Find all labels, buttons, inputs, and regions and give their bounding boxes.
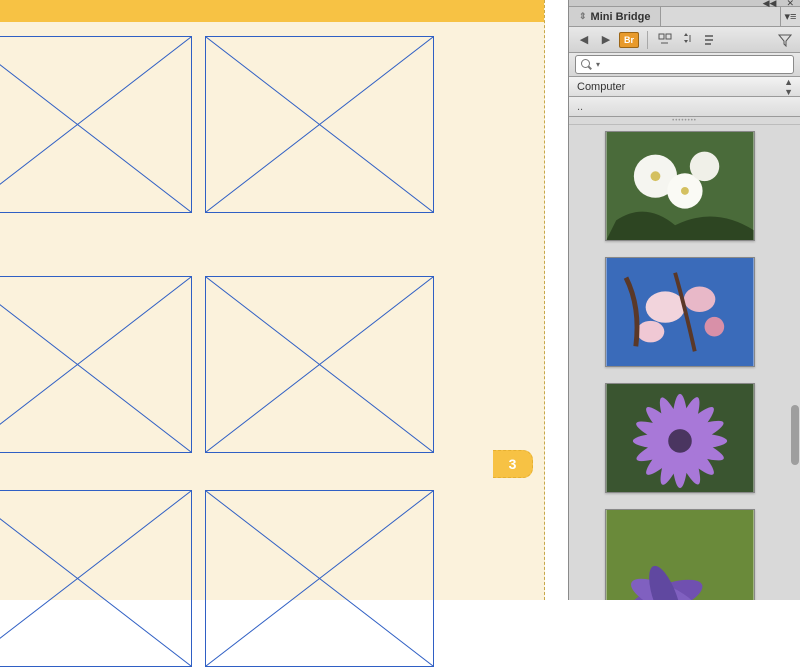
panel-tab-mini-bridge[interactable]: ⇕ Mini Bridge bbox=[569, 7, 661, 26]
filter-button[interactable] bbox=[776, 31, 794, 49]
search-row: ▾ bbox=[569, 53, 800, 77]
image-frame[interactable] bbox=[0, 36, 192, 213]
document-canvas[interactable]: 3 bbox=[0, 0, 568, 600]
thumbnail-list[interactable] bbox=[569, 125, 790, 600]
thumbnail[interactable] bbox=[605, 383, 755, 493]
list-icon bbox=[702, 33, 716, 47]
panel-title: Mini Bridge bbox=[591, 11, 651, 23]
menu-icon: ▾≡ bbox=[785, 10, 797, 23]
scrollbar-vertical[interactable] bbox=[790, 125, 800, 600]
nav-back-button[interactable]: ◀ bbox=[575, 31, 593, 49]
search-input[interactable] bbox=[604, 59, 788, 71]
page-number-tab[interactable]: 3 bbox=[493, 450, 533, 478]
image-frame[interactable] bbox=[205, 276, 434, 453]
breadcrumb-text: .. bbox=[577, 101, 583, 113]
panel-menu-button[interactable]: ▾≡ bbox=[780, 7, 800, 26]
search-box[interactable]: ▾ bbox=[575, 55, 794, 74]
thumbnail-area bbox=[569, 125, 800, 600]
nav-forward-button[interactable]: ▶ bbox=[597, 31, 615, 49]
location-dropdown[interactable]: Computer ▲▼ bbox=[569, 77, 800, 97]
page: 3 bbox=[0, 0, 545, 600]
panel-control-strip: ◀◀ ✕ bbox=[569, 0, 800, 7]
thumbnail[interactable] bbox=[605, 257, 755, 367]
search-icon bbox=[581, 59, 592, 70]
chevron-right-icon: ▶ bbox=[602, 33, 610, 46]
updown-icon: ▲▼ bbox=[784, 77, 792, 97]
image-frame[interactable] bbox=[205, 490, 434, 667]
sort-button[interactable] bbox=[678, 31, 696, 49]
scroll-thumb[interactable] bbox=[791, 405, 799, 465]
thumbnails-icon bbox=[658, 33, 672, 47]
mini-bridge-toolbar: ◀ ▶ Br bbox=[569, 27, 800, 53]
page-header-bar bbox=[0, 0, 544, 22]
grip-icon: ⇕ bbox=[579, 11, 587, 22]
open-bridge-button[interactable]: Br bbox=[619, 32, 639, 48]
splitter-handle[interactable]: •••••••• bbox=[569, 117, 800, 125]
image-frame[interactable] bbox=[0, 276, 192, 453]
sort-icon bbox=[680, 33, 694, 47]
close-icon[interactable]: ✕ bbox=[786, 0, 794, 9]
chevron-down-icon: ▾ bbox=[596, 60, 600, 69]
filter-list-button[interactable] bbox=[700, 31, 718, 49]
grip-dots-icon: •••••••• bbox=[672, 118, 697, 124]
separator bbox=[647, 31, 648, 49]
thumbnail[interactable] bbox=[605, 509, 755, 600]
chevron-left-icon: ◀ bbox=[580, 33, 588, 46]
mini-bridge-panel: ◀◀ ✕ ⇕ Mini Bridge ▾≡ ◀ ▶ Br bbox=[568, 0, 800, 600]
panel-tab-bar: ⇕ Mini Bridge ▾≡ bbox=[569, 7, 800, 27]
funnel-icon bbox=[778, 33, 792, 47]
image-frame[interactable] bbox=[0, 490, 192, 667]
collapse-icon[interactable]: ◀◀ bbox=[763, 0, 777, 9]
pasteboard bbox=[546, 0, 568, 600]
location-label: Computer bbox=[577, 81, 625, 93]
page-number: 3 bbox=[509, 456, 517, 472]
image-frame[interactable] bbox=[205, 36, 434, 213]
thumbnail[interactable] bbox=[605, 131, 755, 241]
breadcrumb[interactable]: .. bbox=[569, 97, 800, 117]
view-thumbnails-button[interactable] bbox=[656, 31, 674, 49]
